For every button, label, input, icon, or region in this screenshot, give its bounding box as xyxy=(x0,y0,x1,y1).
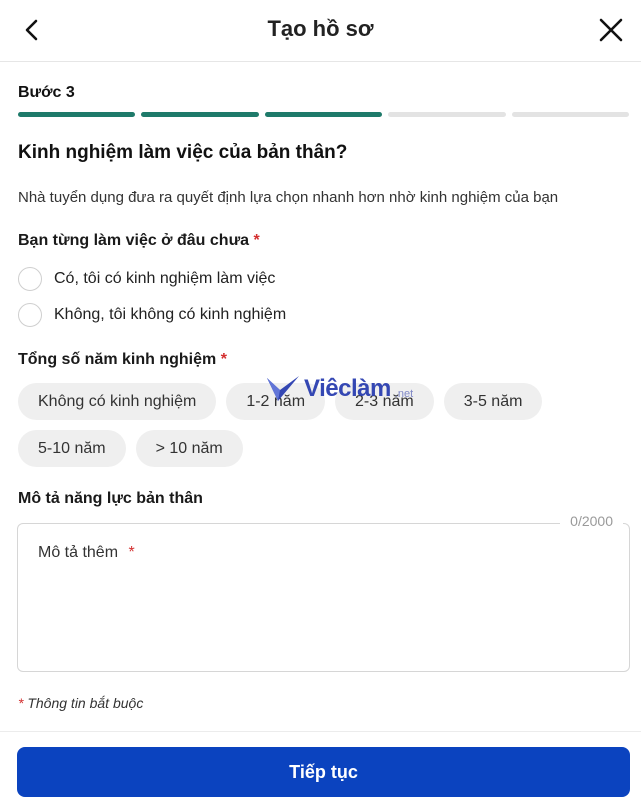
chip-5-10-years[interactable]: 5-10 năm xyxy=(18,430,126,467)
required-mark: * xyxy=(253,232,260,249)
progress-segment xyxy=(388,112,506,117)
worked-before-label: Bạn từng làm việc ở đâu chưa * xyxy=(18,232,260,250)
worked-before-label-text: Bạn từng làm việc ở đâu chưa xyxy=(18,232,250,249)
step-progress-bar xyxy=(18,112,630,117)
close-button[interactable] xyxy=(593,12,629,48)
required-mark: * xyxy=(128,544,135,561)
required-note-text: Thông tin bắt buộc xyxy=(27,695,144,711)
step-label: Bước 3 xyxy=(18,84,75,101)
radio-circle[interactable] xyxy=(18,267,42,291)
chip-2-3-years[interactable]: 2-3 năm xyxy=(335,383,434,420)
progress-segment xyxy=(141,112,259,117)
radio-option-label: Có, tôi có kinh nghiệm làm việc xyxy=(54,270,276,287)
placeholder-text: Mô tả thêm xyxy=(38,544,119,561)
radio-option-has-experience[interactable]: Có, tôi có kinh nghiệm làm việc xyxy=(18,267,275,291)
radio-option-label: Không, tôi không có kinh nghiệm xyxy=(54,306,287,323)
chip-1-2-years[interactable]: 1-2 năm xyxy=(226,383,326,420)
chip-no-experience[interactable]: Không có kinh nghiệm xyxy=(18,383,217,420)
self-description-label: Mô tả năng lực bản thân xyxy=(18,490,203,507)
continue-button[interactable]: Tiếp tục xyxy=(17,747,630,797)
required-mark: * xyxy=(18,695,24,711)
years-experience-label-text: Tổng số năm kinh nghiệm xyxy=(18,351,217,368)
character-counter: 0/2000 xyxy=(560,513,623,529)
close-icon xyxy=(599,18,623,42)
progress-segment xyxy=(18,112,136,117)
radio-option-no-experience[interactable]: Không, tôi không có kinh nghiệm xyxy=(18,303,286,327)
years-experience-label: Tổng số năm kinh nghiệm * xyxy=(18,351,227,369)
chip-over-10-years[interactable]: > 10 năm xyxy=(135,430,243,467)
textarea-placeholder: Mô tả thêm * xyxy=(38,544,135,562)
required-info-note: * Thông tin bắt buộc xyxy=(18,695,143,711)
chip-3-5-years[interactable]: 3-5 năm xyxy=(443,383,543,420)
radio-circle[interactable] xyxy=(18,303,42,327)
years-experience-chips: Không có kinh nghiệm 1-2 năm 2-3 năm 3-5… xyxy=(18,383,629,467)
required-mark: * xyxy=(220,351,227,368)
progress-segment xyxy=(511,112,630,117)
progress-segment xyxy=(264,112,383,117)
app-header: Tạo hồ sơ xyxy=(0,0,641,62)
section-description: Nhà tuyển dụng đưa ra quyết định lựa chọ… xyxy=(18,189,559,206)
page-title: Tạo hồ sơ xyxy=(267,16,374,41)
section-question: Kinh nghiệm làm việc của bản thân? xyxy=(18,142,348,163)
